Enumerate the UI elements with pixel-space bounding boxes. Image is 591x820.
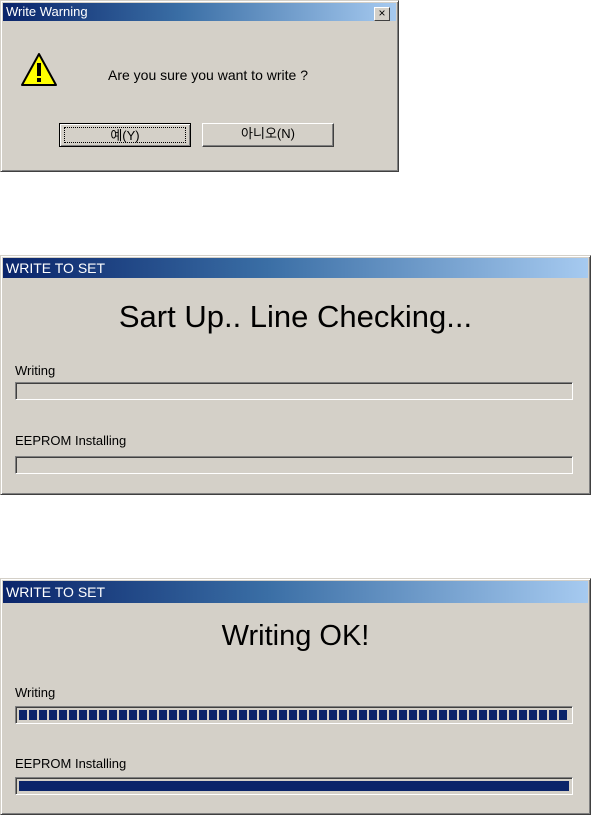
write-to-set-title: WRITE TO SET [6, 260, 106, 276]
warning-message: Are you sure you want to write ? [108, 67, 308, 83]
writing-label: Writing [15, 685, 56, 700]
yes-button[interactable]: 예(Y) [59, 123, 191, 147]
eeprom-progress-bar [15, 777, 573, 795]
eeprom-progress-fill [19, 781, 569, 791]
eeprom-label: EEPROM Installing [15, 433, 127, 448]
warning-triangle-icon [21, 53, 57, 86]
write-to-set-dialog-start: WRITE TO SET Sart Up.. Line Checking... … [0, 255, 591, 495]
write-to-set-dialog-complete: WRITE TO SET Writing OK! Writing EEPROM … [0, 578, 591, 815]
warning-title: Write Warning [6, 4, 88, 19]
close-button[interactable]: × [374, 7, 390, 21]
write-to-set-title: WRITE TO SET [6, 584, 106, 600]
writing-progress-bar [15, 706, 573, 724]
status-message: Sart Up.. Line Checking... [118, 299, 473, 334]
yes-button-label: 예(Y) [110, 128, 140, 143]
write-to-set-title-bar[interactable]: WRITE TO SET [3, 581, 588, 603]
no-button-label: 아니오(N) [241, 126, 295, 141]
write-warning-dialog: Write Warning × Are you sure you want to… [0, 0, 399, 172]
writing-label: Writing [15, 363, 56, 378]
writing-progress-fill [19, 710, 569, 720]
eeprom-label: EEPROM Installing [15, 756, 127, 771]
writing-progress-bar [15, 382, 573, 400]
status-message: Writing OK! [221, 620, 370, 652]
warning-title-bar[interactable]: Write Warning × [3, 3, 396, 21]
no-button[interactable]: 아니오(N) [202, 123, 334, 147]
close-icon: × [378, 6, 386, 20]
write-to-set-title-bar[interactable]: WRITE TO SET [3, 258, 588, 278]
eeprom-progress-bar [15, 456, 573, 474]
